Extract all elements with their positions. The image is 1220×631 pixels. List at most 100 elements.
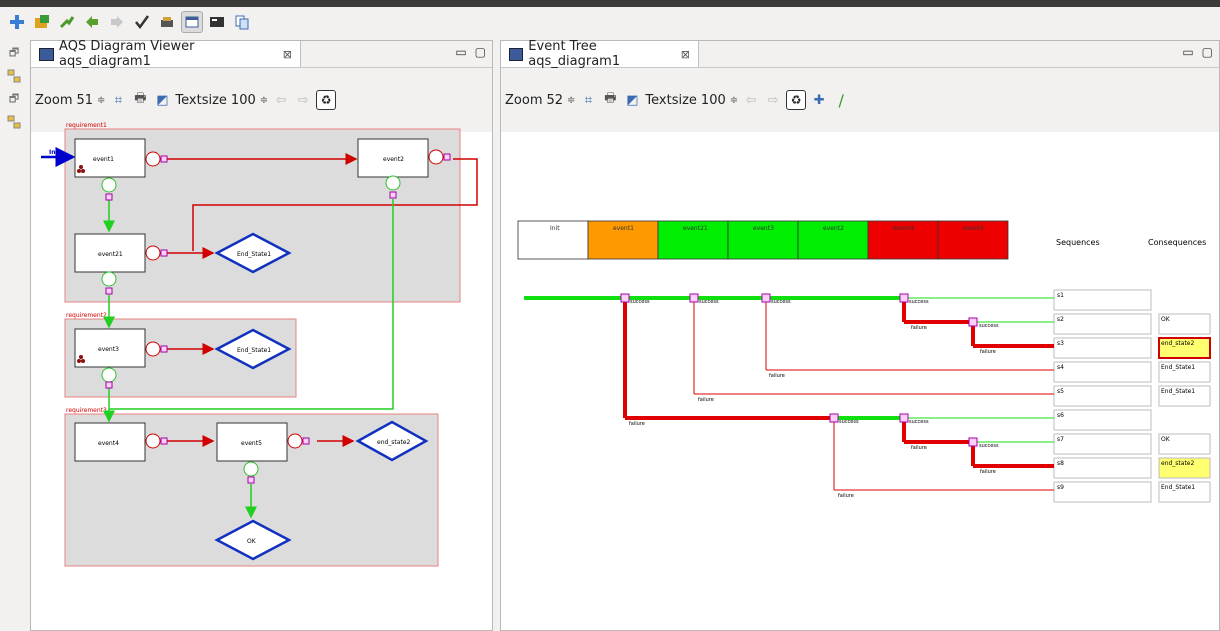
zoom-label: Zoom (35, 92, 73, 108)
layout-icon[interactable]: ✚ (810, 91, 828, 109)
sequence-label: s5 (1057, 388, 1064, 395)
minimize-icon[interactable]: ▭ (1182, 45, 1193, 59)
sequence-cell (1053, 457, 1152, 479)
event-node[interactable]: event21 (74, 233, 146, 273)
open-icon[interactable] (31, 11, 53, 33)
pencil-icon[interactable]: ∕ (832, 91, 850, 110)
tab-bar: AQS Diagram Viewer aqs_diagram1 ⊠ ▭ ▢ (31, 39, 492, 69)
textsize-value[interactable]: 100 (231, 93, 256, 108)
new-icon[interactable] (6, 11, 28, 33)
textsize-label: Textsize (175, 92, 227, 108)
branch-label: failure (911, 325, 927, 331)
back-icon[interactable] (81, 11, 103, 33)
maximize-icon[interactable]: ▢ (1202, 45, 1213, 59)
sequence-cell (1053, 409, 1152, 431)
branch-label: success (699, 299, 719, 305)
sequence-label: s6 (1057, 412, 1064, 419)
sequence-cell (1053, 385, 1152, 407)
header-label: event1 (613, 225, 634, 232)
monitor-icon (509, 47, 524, 61)
zoom-spinner-icon[interactable]: ≑ (97, 95, 105, 106)
branch-label: failure (911, 445, 927, 451)
branch-label: success (839, 419, 859, 425)
sequence-cell (1053, 289, 1152, 311)
sequence-label: s1 (1057, 292, 1064, 299)
textsize-label: Textsize (645, 92, 697, 108)
forward-icon[interactable] (106, 11, 128, 33)
branch-label: success (909, 419, 929, 425)
zoom-spinner-icon[interactable]: ≑ (567, 95, 575, 106)
print-icon[interactable]: 🖶 (601, 91, 619, 109)
fit-icon[interactable]: ⌗ (109, 91, 127, 109)
consequence-label: OK (1161, 316, 1171, 323)
check-icon[interactable] (131, 11, 153, 33)
back-icon[interactable]: ⇦ (272, 91, 290, 109)
sequence-cell (1053, 481, 1152, 503)
branch-label: failure (629, 421, 645, 427)
back-icon[interactable]: ⇦ (742, 91, 760, 109)
event-node[interactable]: event1 (74, 138, 146, 178)
window-icon[interactable] (181, 11, 203, 33)
gear-icon[interactable] (156, 11, 178, 33)
sequence-label: s8 (1057, 460, 1064, 467)
consequence-label: OK (1161, 436, 1171, 443)
group-label: requirement1 (66, 122, 107, 129)
svg-text:event2: event2 (383, 156, 404, 163)
event-node[interactable]: event5 (216, 422, 288, 462)
branch-label: failure (980, 349, 996, 355)
branch-label: failure (980, 469, 996, 475)
close-icon[interactable]: ⊠ (283, 48, 292, 61)
svg-text:OK: OK (247, 538, 257, 545)
restore-icon[interactable]: 🗗 (4, 89, 24, 109)
sequence-cell (1053, 313, 1152, 335)
sequence-label: s9 (1057, 484, 1064, 491)
close-icon[interactable]: ⊠ (681, 48, 690, 61)
hierarchy-icon[interactable] (4, 112, 24, 132)
build-icon[interactable] (56, 11, 78, 33)
sequences-header: Sequences (1056, 238, 1100, 247)
sequence-label: s2 (1057, 316, 1064, 323)
tab-diagram-viewer[interactable]: AQS Diagram Viewer aqs_diagram1 ⊠ (31, 39, 301, 69)
recycle-icon[interactable]: ♻ (786, 90, 807, 110)
export-icon[interactable]: ◩ (623, 91, 641, 109)
fit-icon[interactable]: ⌗ (579, 91, 597, 109)
recycle-icon[interactable]: ♻ (316, 90, 337, 110)
sequence-label: s7 (1057, 436, 1064, 443)
terminal-icon[interactable] (206, 11, 228, 33)
tab-event-tree[interactable]: Event Tree aqs_diagram1 ⊠ (501, 39, 699, 69)
svg-text:event5: event5 (241, 440, 262, 447)
tree-node (968, 317, 978, 327)
forward-icon[interactable]: ⇨ (764, 91, 782, 109)
tab-title: AQS Diagram Viewer aqs_diagram1 (59, 39, 195, 69)
svg-text:End_State1: End_State1 (237, 251, 271, 258)
zoom-value[interactable]: 51 (76, 93, 93, 108)
textsize-value[interactable]: 100 (701, 93, 726, 108)
textsize-spinner-icon[interactable]: ≑ (730, 95, 738, 106)
tab-bar: Event Tree aqs_diagram1 ⊠ ▭ ▢ (501, 39, 1219, 69)
event-node[interactable]: event3 (74, 328, 146, 368)
copy-icon[interactable] (231, 11, 253, 33)
tree-node (899, 413, 909, 423)
monitor-icon (39, 47, 55, 61)
restore-icon[interactable]: 🗗 (4, 43, 24, 63)
forward-icon[interactable]: ⇨ (294, 91, 312, 109)
maximize-icon[interactable]: ▢ (475, 45, 486, 59)
zoom-value[interactable]: 52 (546, 93, 563, 108)
print-icon[interactable]: 🖶 (131, 91, 149, 109)
event-node[interactable]: event4 (74, 422, 146, 462)
export-icon[interactable]: ◩ (153, 91, 171, 109)
consequence-label: End_State1 (1161, 364, 1195, 371)
branch-label: success (979, 323, 999, 329)
diagram-canvas: requirement1 requirement2 requirement3 I… (41, 122, 478, 567)
svg-text:event4: event4 (98, 440, 119, 447)
event-node[interactable]: event2 (357, 138, 429, 178)
consequence-label: end_state2 (1161, 460, 1195, 467)
branch-label: failure (838, 493, 854, 499)
main-toolbar (0, 8, 1220, 36)
tab-title: Event Tree aqs_diagram1 (528, 39, 621, 69)
diagram-viewer-panel: AQS Diagram Viewer aqs_diagram1 ⊠ ▭ ▢ Zoo… (30, 39, 493, 631)
minimize-icon[interactable]: ▭ (455, 45, 466, 59)
branch-label: success (771, 299, 791, 305)
hierarchy-icon[interactable] (4, 66, 24, 86)
textsize-spinner-icon[interactable]: ≑ (260, 95, 268, 106)
